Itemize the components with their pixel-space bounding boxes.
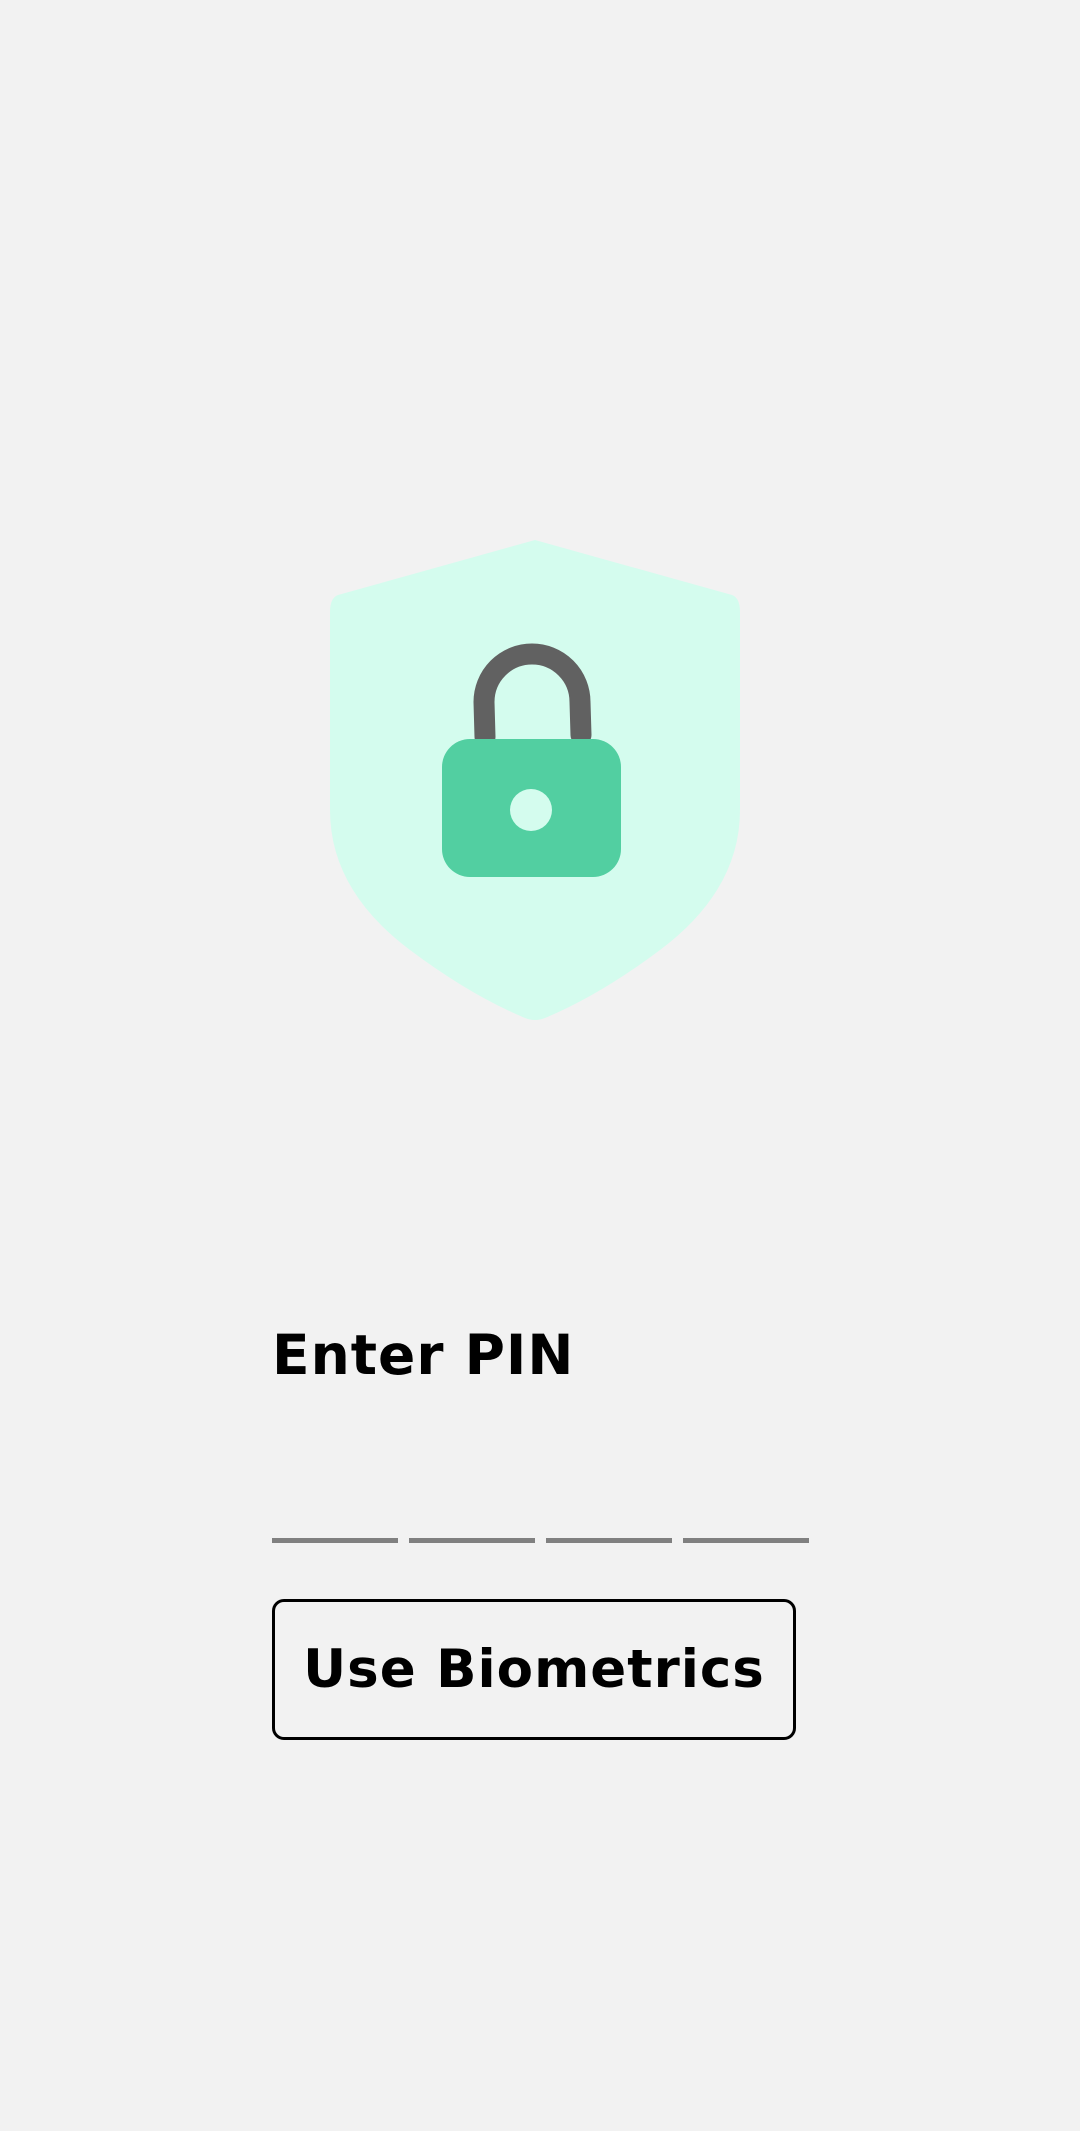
shield-lock-graphic: [330, 540, 740, 1020]
security-illustration: [330, 540, 740, 1022]
keyhole-icon: [510, 789, 552, 831]
pin-digit-slot-1[interactable]: [272, 1538, 398, 1543]
pin-digit-slot-3[interactable]: [546, 1538, 672, 1543]
use-biometrics-button[interactable]: Use Biometrics: [272, 1599, 796, 1740]
pin-lock-screen: Enter PIN Use Biometrics: [0, 0, 1080, 2131]
pin-input[interactable]: [272, 1538, 809, 1544]
page-title: Enter PIN: [272, 1323, 575, 1387]
pin-digit-slot-4[interactable]: [683, 1538, 809, 1543]
pin-digit-slot-2[interactable]: [409, 1538, 535, 1543]
